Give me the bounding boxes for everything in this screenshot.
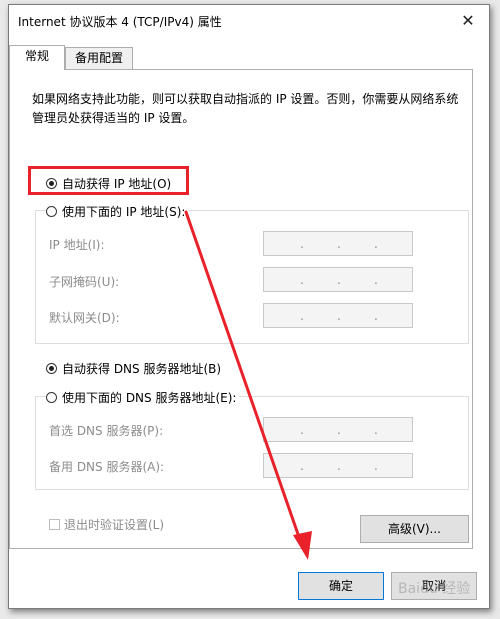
tab-general[interactable]: 常规 xyxy=(9,45,65,70)
red-arrow-annotation xyxy=(184,210,312,560)
